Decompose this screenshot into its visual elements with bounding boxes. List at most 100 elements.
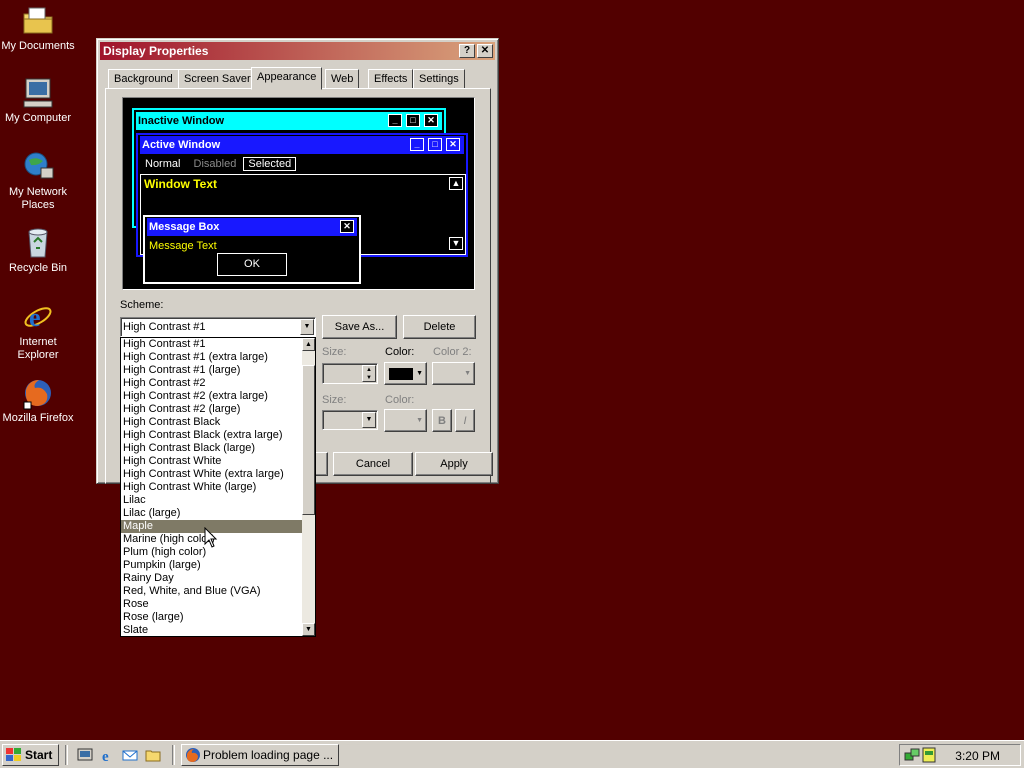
appearance-preview[interactable]: Inactive Window _ □ ✕ Active Window _ □ … [122, 97, 475, 290]
scheme-dropdown-list[interactable]: High Contrast #1 High Contrast #1 (extra … [120, 337, 316, 637]
desktop-icon-label: My Documents [1, 40, 75, 52]
list-scrollbar[interactable]: ▲ ▼ [302, 338, 315, 636]
desktop-icon-my-network-places[interactable]: My Network Places [0, 150, 76, 212]
preview-menu-bar: Normal Disabled Selected [140, 156, 297, 172]
chevron-down-icon[interactable]: ▼ [300, 319, 314, 335]
desktop-icon-recycle-bin[interactable]: Recycle Bin [0, 226, 76, 275]
italic-button[interactable]: I [455, 409, 475, 432]
desktop-icon-internet-explorer[interactable]: e Internet Explorer [0, 300, 76, 362]
scheme-option[interactable]: High Contrast White (large) [121, 481, 303, 494]
desktop-icon-label: Mozilla Firefox [2, 412, 74, 424]
title-bar[interactable]: Display Properties ? ✕ [100, 42, 495, 60]
bold-button[interactable]: B [432, 409, 452, 432]
scheme-option[interactable]: High Contrast Black (extra large) [121, 429, 303, 442]
preview-scroll-down-icon: ▼ [449, 237, 463, 250]
start-label: Start [25, 748, 53, 762]
scroll-up-button[interactable]: ▲ [302, 338, 315, 351]
scheme-option[interactable]: High Contrast Black (large) [121, 442, 303, 455]
scheme-list-items: High Contrast #1 High Contrast #1 (extra … [121, 338, 303, 636]
scheme-select-value: High Contrast #1 [123, 321, 206, 333]
preview-inactive-titlebar: Inactive Window _ □ ✕ [136, 112, 442, 130]
svg-text:e: e [29, 303, 41, 332]
scheme-option[interactable]: Rose [121, 598, 303, 611]
maximize-icon: □ [406, 114, 420, 127]
scheme-option[interactable]: Rose (large) [121, 611, 303, 624]
scheme-option[interactable]: Slate [121, 624, 303, 636]
preview-message-titlebar: Message Box ✕ [147, 218, 357, 236]
chevron-down-icon: ▼ [464, 370, 471, 377]
item-color-label: Color: [385, 346, 415, 358]
scheme-option[interactable]: High Contrast Black [121, 416, 303, 429]
network-icon [24, 152, 54, 179]
tab-settings[interactable]: Settings [413, 69, 465, 89]
start-button[interactable]: Start [2, 744, 59, 766]
network-status-icon[interactable] [904, 747, 920, 763]
scheme-option[interactable]: High Contrast #1 (large) [121, 364, 303, 377]
outlook-express-icon[interactable] [122, 747, 138, 763]
scheme-option[interactable]: Red, White, and Blue (VGA) [121, 585, 303, 598]
scheme-option[interactable]: High Contrast #1 [121, 338, 303, 351]
maximize-icon: □ [428, 138, 442, 151]
tab-appearance[interactable]: Appearance [251, 67, 323, 90]
quick-launch-divider [65, 745, 68, 765]
tab-web[interactable]: Web [325, 69, 360, 89]
apply-button[interactable]: Apply [415, 452, 493, 476]
desktop-icon-my-computer[interactable]: My Computer [0, 76, 76, 125]
close-icon: ✕ [340, 220, 354, 233]
windows-logo-icon [6, 748, 21, 761]
desktop-icon-mozilla-firefox[interactable]: Mozilla Firefox [0, 376, 76, 425]
font-color-picker[interactable]: ▼ [384, 409, 427, 432]
tray-app-icon[interactable] [922, 747, 936, 763]
preview-message-box: Message Box ✕ Message Text OK [143, 215, 361, 284]
scheme-option[interactable]: Lilac [121, 494, 303, 507]
preview-active-titlebar: Active Window _ □ ✕ [140, 136, 464, 154]
scheme-option[interactable]: Pumpkin (large) [121, 559, 303, 572]
internet-explorer-icon[interactable]: e [100, 747, 116, 763]
chevron-down-icon: ▼ [416, 370, 423, 377]
firefox-icon [186, 748, 200, 762]
ok-button[interactable] [315, 452, 328, 476]
explorer-folder-icon[interactable] [145, 747, 161, 763]
cancel-button[interactable]: Cancel [333, 452, 413, 476]
scheme-option[interactable]: High Contrast #2 (extra large) [121, 390, 303, 403]
scheme-option[interactable]: High Contrast White (extra large) [121, 468, 303, 481]
scheme-select[interactable]: High Contrast #1 ▼ [120, 317, 316, 337]
scroll-down-button[interactable]: ▼ [302, 623, 315, 636]
close-button[interactable]: ✕ [477, 44, 493, 58]
preview-inactive-title: Inactive Window [138, 115, 225, 127]
scheme-option[interactable]: High Contrast White [121, 455, 303, 468]
mouse-cursor-icon [204, 527, 218, 548]
desktop-icon-my-documents[interactable]: My Documents [0, 4, 76, 53]
taskbar: Start e Problem loading page ... 3:20 PM [0, 740, 1024, 768]
item-size-spinner[interactable]: ▲ ▼ [322, 363, 378, 384]
preview-menu-selected: Selected [243, 157, 297, 171]
scheme-option[interactable]: Lilac (large) [121, 507, 303, 520]
scheme-option[interactable]: High Contrast #2 (large) [121, 403, 303, 416]
scroll-thumb[interactable] [302, 365, 315, 515]
show-desktop-icon[interactable] [77, 747, 93, 763]
font-size-select[interactable]: ▼ [322, 410, 378, 430]
minimize-icon: _ [410, 138, 424, 151]
tab-effects[interactable]: Effects [368, 69, 414, 89]
tab-screen-saver[interactable]: Screen Saver [178, 69, 257, 89]
desktop-icon-label: Internet Explorer [17, 336, 59, 361]
taskbar-button-firefox[interactable]: Problem loading page ... [181, 744, 339, 766]
window-title: Display Properties [103, 44, 209, 58]
taskbar-button-label: Problem loading page ... [203, 748, 334, 762]
item-color-picker[interactable]: ▼ [384, 362, 427, 385]
scheme-option[interactable]: High Contrast #1 (extra large) [121, 351, 303, 364]
scheme-option[interactable]: Rainy Day [121, 572, 303, 585]
close-icon: ✕ [424, 114, 438, 127]
scheme-option[interactable]: High Contrast #2 [121, 377, 303, 390]
quick-launch-divider [172, 745, 175, 765]
scheme-label: Scheme: [120, 299, 164, 311]
recycle-bin-icon [28, 228, 48, 258]
preview-message-text: Message Text [149, 240, 217, 252]
clock[interactable]: 3:20 PM [955, 749, 1000, 763]
item-color2-picker[interactable]: ▼ [432, 362, 475, 385]
delete-button[interactable]: Delete [403, 315, 476, 339]
help-button[interactable]: ? [459, 44, 475, 58]
preview-ok-button: OK [217, 253, 287, 276]
save-as-button[interactable]: Save As... [322, 315, 397, 339]
tab-background[interactable]: Background [108, 69, 179, 89]
